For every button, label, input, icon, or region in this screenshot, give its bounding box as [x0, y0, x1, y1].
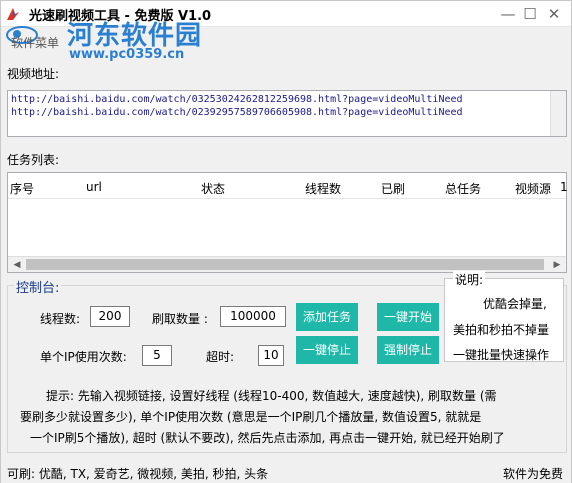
- tips-line: 要刷多少就设置多少), 单个IP使用次数 (意思是一个IP刷几个播放量, 数值设…: [20, 410, 482, 424]
- count-input[interactable]: 100000: [220, 306, 286, 327]
- scroll-left-icon[interactable]: ◀: [10, 258, 24, 272]
- control-panel: 控制台: 线程数: 200 刷取数量 : 100000 单个IP使用次数: 5 …: [7, 271, 567, 453]
- description-line: 一键批量快速操作: [453, 348, 550, 362]
- task-list-header: 序号 url 状态 线程数 已刷 总任务 视频源 1: [8, 173, 568, 199]
- control-panel-title: 控制台:: [14, 277, 62, 296]
- description-box: 说明: 优酷会掉量, 美拍和秒拍不掉量 一键批量快速操作: [444, 271, 564, 362]
- col-status[interactable]: 状态: [201, 180, 225, 197]
- maximize-icon[interactable]: ☐: [520, 4, 540, 24]
- scroll-thumb[interactable]: [26, 259, 544, 270]
- status-bar: 可刷: 优酷, TX, 爱奇艺, 微视频, 美拍, 秒拍, 头条 软件为免费: [1, 461, 571, 483]
- description-line: 美拍和秒拍不掉量: [453, 323, 550, 337]
- supported-platforms-text: 可刷: 优酷, TX, 爱奇艺, 微视频, 美拍, 秒拍, 头条: [7, 467, 269, 481]
- tips-text: 提示: 先输入视频链接, 设置好线程 (线程10-400, 数值越大, 速度越快…: [16, 386, 566, 449]
- free-notice-text: 软件为免费: [503, 467, 564, 481]
- app-logo-icon: [7, 8, 19, 20]
- description-title: 说明:: [453, 271, 486, 288]
- minimize-icon[interactable]: —: [498, 4, 518, 24]
- video-url-line: http://baishi.baidu.com/watch/0239295758…: [11, 107, 463, 118]
- threads-input[interactable]: 200: [90, 306, 130, 327]
- tips-line: 一个IP刷5个播放), 超时 (默认不要改), 然后先点击添加, 再点击一键开始…: [30, 431, 505, 445]
- col-threads[interactable]: 线程数: [305, 180, 341, 197]
- stop-button[interactable]: 一键停止: [296, 336, 358, 364]
- timeout-label: 超时:: [206, 350, 235, 364]
- force-stop-button[interactable]: 强制停止: [377, 336, 439, 364]
- tips-line: 提示: 先输入视频链接, 设置好线程 (线程10-400, 数值越大, 速度越快…: [46, 389, 497, 403]
- timeout-input[interactable]: 10: [258, 345, 284, 366]
- video-url-line: http://baishi.baidu.com/watch/0325302426…: [11, 94, 463, 105]
- url-scrollbar[interactable]: [550, 91, 566, 136]
- col-video-source[interactable]: 视频源: [515, 180, 551, 197]
- col-url[interactable]: url: [86, 180, 102, 194]
- app-window: 光速刷视频工具 - 免费版 V1.0 — ☐ ✕ 河东软件园 www.pc035…: [0, 0, 572, 483]
- col-extra[interactable]: 1: [560, 180, 568, 194]
- add-task-button[interactable]: 添加任务: [296, 303, 358, 331]
- per-ip-label: 单个IP使用次数:: [40, 350, 127, 364]
- per-ip-input[interactable]: 5: [142, 345, 172, 366]
- description-line: 优酷会掉量,: [483, 297, 547, 311]
- menu-software[interactable]: 软件菜单: [11, 34, 59, 51]
- video-url-label: 视频地址:: [7, 67, 60, 81]
- close-icon[interactable]: ✕: [544, 4, 564, 24]
- task-list-table[interactable]: 序号 url 状态 线程数 已刷 总任务 视频源 1 ◀ ▶: [7, 172, 568, 273]
- start-button[interactable]: 一键开始: [377, 303, 439, 331]
- video-url-textarea[interactable]: http://baishi.baidu.com/watch/0325302426…: [7, 90, 567, 137]
- scroll-right-icon[interactable]: ▶: [550, 258, 564, 272]
- task-list-label: 任务列表:: [7, 153, 60, 167]
- task-list-hscrollbar[interactable]: ◀ ▶: [8, 256, 566, 272]
- count-label: 刷取数量 :: [152, 312, 208, 326]
- threads-label: 线程数:: [40, 312, 81, 326]
- col-done[interactable]: 已刷: [381, 180, 405, 197]
- col-index[interactable]: 序号: [10, 180, 34, 197]
- col-total[interactable]: 总任务: [445, 180, 481, 197]
- watermark-url: www.pc0359.cn: [69, 47, 185, 62]
